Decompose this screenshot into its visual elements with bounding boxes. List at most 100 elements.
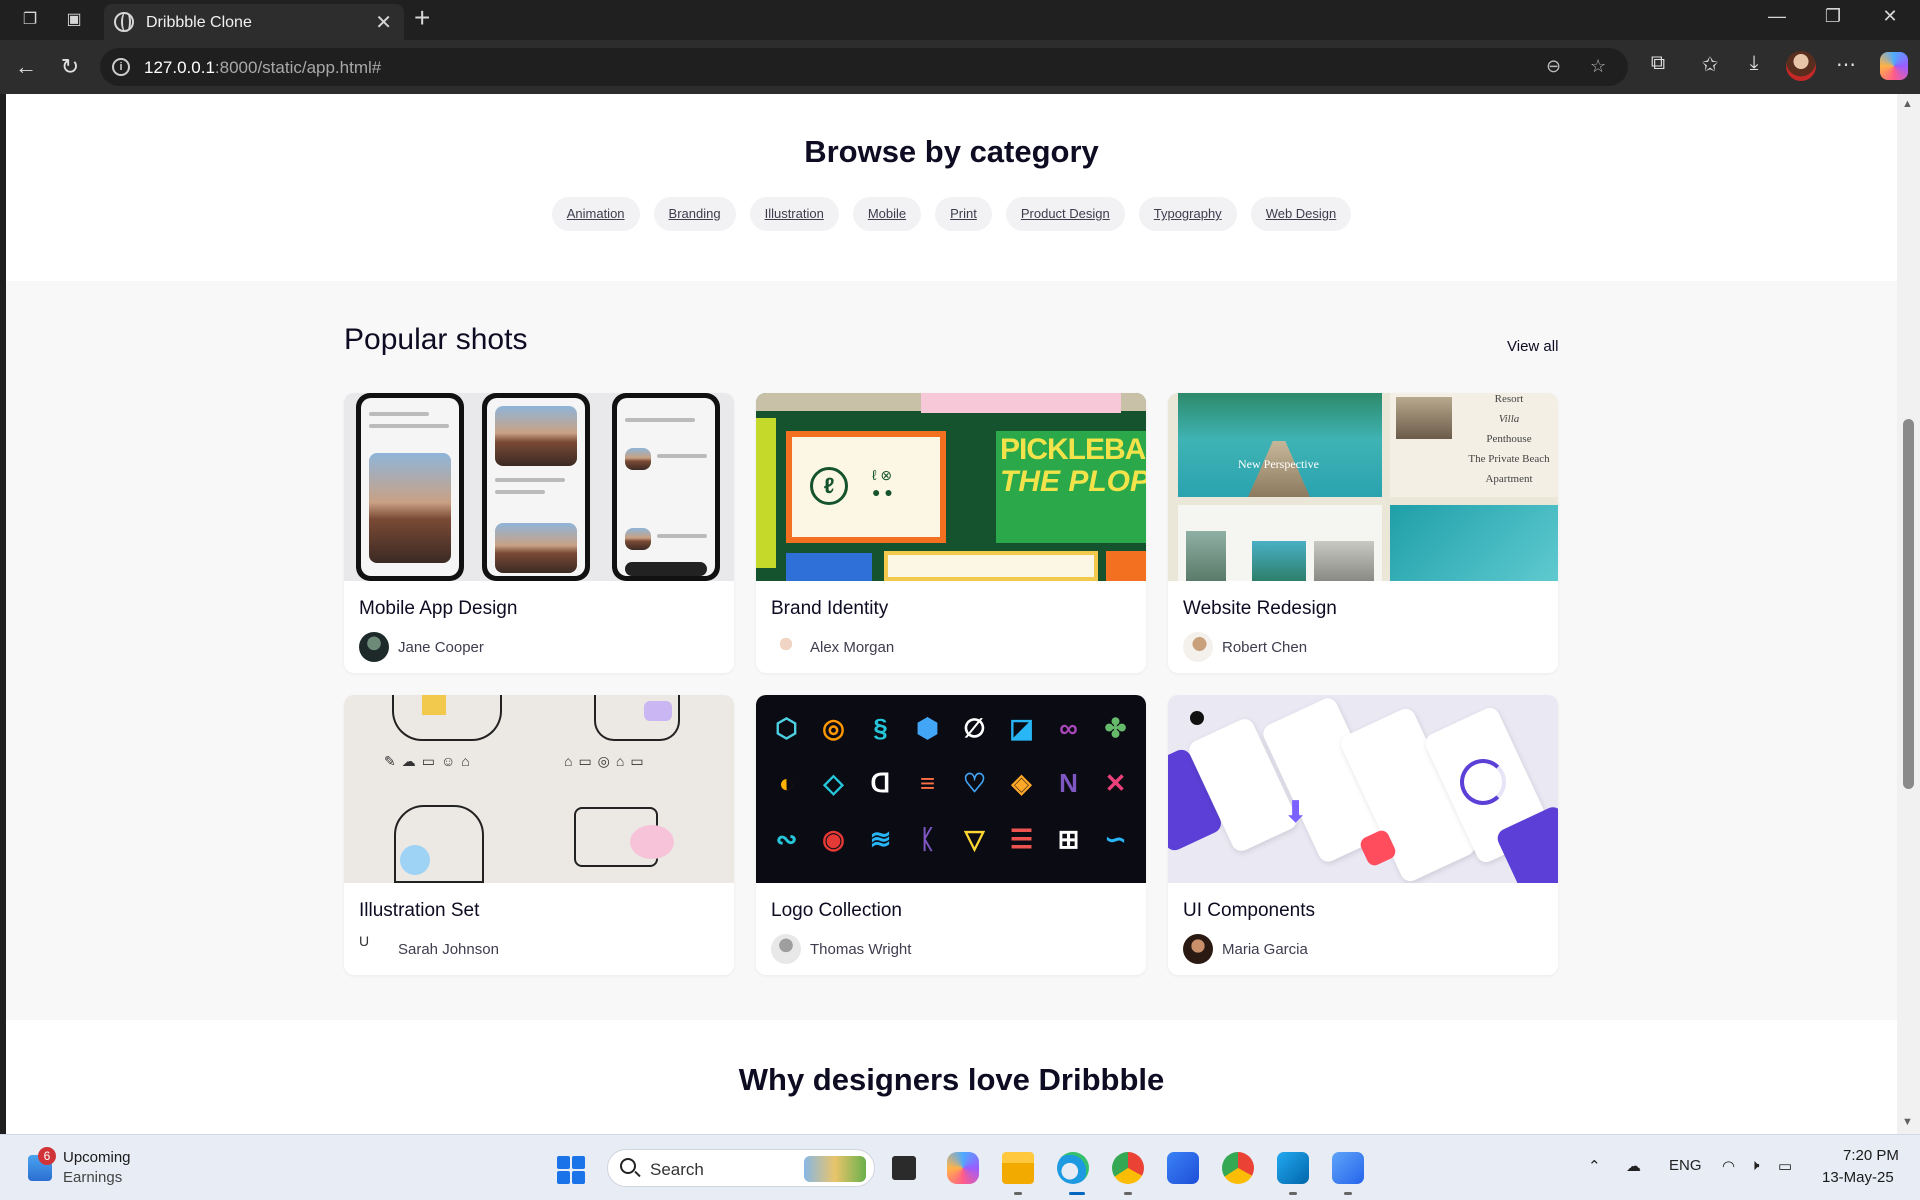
new-tab-icon[interactable]: + [414,2,430,34]
copilot-app-icon[interactable] [947,1152,979,1184]
back-icon[interactable]: ← [12,54,40,80]
show-hidden-icons-icon[interactable]: ⌃ [1588,1157,1601,1175]
shot-title[interactable]: Brand Identity [771,598,1146,620]
shot-title[interactable]: Website Redesign [1183,598,1558,620]
tab-actions-icon[interactable]: ▣ [62,8,86,32]
refresh-icon[interactable]: ↻ [56,54,84,80]
why-designers-section: Why designers love Dribbble [6,1020,1897,1134]
volume-muted-icon[interactable]: 🕨 [1750,1157,1759,1174]
search-highlight-image [804,1156,866,1182]
onedrive-icon[interactable]: ☁ [1626,1157,1641,1175]
clock-time[interactable]: 7:20 PM [1843,1147,1899,1164]
icon-row: ✎☁▭☺⌂ [384,753,476,769]
author-name[interactable]: Sarah Johnson [398,941,499,958]
category-chip-web-design[interactable]: Web Design [1250,197,1352,231]
shot-card[interactable]: Mobile App Design Jane Cooper [344,393,734,673]
minimize-icon[interactable]: — [1762,6,1792,27]
author-name[interactable]: Alex Morgan [810,639,894,656]
site-section-preview [1178,505,1382,581]
plop-text: THE PLOP [1000,465,1146,498]
chrome-icon[interactable] [1222,1152,1254,1184]
vscode-icon[interactable] [1277,1152,1309,1184]
shot-title[interactable]: Mobile App Design [359,598,734,620]
logo-glyph: N [1059,768,1078,799]
pink-panel [921,393,1121,413]
shot-thumbnail-logo-collection[interactable]: ⬡ ◎ § ⬢ ∅ ◪ ∞ ✤ ◐ ◇ ᗡ ≡ ♡ ◈ N ✕ ∾ ◉ ≋ ᛕ … [756,695,1146,883]
shot-thumbnail-ui-components[interactable]: ⬇ [1168,695,1558,883]
shot-author: Thomas Wright [771,934,1146,964]
scrollbar-thumb[interactable] [1903,419,1914,789]
photos-icon[interactable] [1332,1152,1364,1184]
copilot-icon[interactable] [1880,52,1908,80]
shot-card[interactable]: New Perspective Resort Villa Penthouse T… [1168,393,1558,673]
site-info-icon[interactable]: i [112,58,130,76]
browser-tab[interactable]: Dribbble Clone ✕ [104,4,404,40]
language-indicator[interactable]: ENG [1669,1157,1702,1174]
taskbar-search[interactable]: Search [607,1149,875,1187]
category-chip-print[interactable]: Print [935,197,992,231]
battery-icon[interactable]: ▭ [1778,1157,1792,1175]
shot-card[interactable]: ⬡ ◎ § ⬢ ∅ ◪ ∞ ✤ ◐ ◇ ᗡ ≡ ♡ ◈ N ✕ ∾ ◉ ≋ ᛕ … [756,695,1146,975]
category-chip-illustration[interactable]: Illustration [749,197,839,231]
more-menu-icon[interactable]: ⋯ [1832,52,1860,77]
author-avatar [771,934,801,964]
resort-menu: Resort Villa Penthouse The Private Beach… [1390,393,1558,497]
shot-thumbnail-website-redesign[interactable]: New Perspective Resort Villa Penthouse T… [1168,393,1558,581]
downloads-icon[interactable]: ⤓ [1740,52,1768,75]
shot-thumbnail-mobile-app[interactable] [344,393,734,581]
shot-thumbnail-illustration-set[interactable]: ✎☁▭☺⌂ ⌂▭◎⌂▭ [344,695,734,883]
task-view-icon[interactable] [892,1156,916,1180]
notification-badge: 6 [38,1147,56,1165]
globe-icon [114,12,134,32]
workspaces-icon[interactable]: ❐ [18,8,42,32]
edge-browser-icon[interactable] [1057,1152,1089,1184]
category-chip-branding[interactable]: Branding [653,197,736,231]
category-chip-typography[interactable]: Typography [1138,197,1237,231]
scroll-down-icon[interactable]: ▼ [1902,1116,1913,1128]
shot-title[interactable]: Logo Collection [771,900,1146,922]
favorites-icon[interactable]: ✩ [1696,52,1724,77]
profile-avatar[interactable] [1786,51,1816,81]
extensions-icon[interactable]: ⧉ [1644,52,1672,75]
view-all-link[interactable]: View all [1507,338,1558,355]
shot-author: Robert Chen [1183,632,1558,662]
avatar-alt-text: U [359,933,370,949]
scroll-up-icon[interactable]: ▲ [1902,98,1913,110]
shot-card[interactable]: ⬇ UI Components Maria Garcia [1168,695,1558,975]
store-icon[interactable] [1167,1152,1199,1184]
logo-glyph: ∅ [963,713,986,743]
browser-titlebar: ❐ ▣ Dribbble Clone ✕ + — ❐ ✕ [0,0,1920,40]
author-name[interactable]: Robert Chen [1222,639,1307,656]
url-bar[interactable]: i 127.0.0.1:8000/static/app.html# ⊖ ☆ [100,48,1628,86]
shot-title[interactable]: Illustration Set [359,900,734,922]
logo-glyph: ◎ [822,713,845,743]
shot-title[interactable]: UI Components [1183,900,1558,922]
category-chip-animation[interactable]: Animation [551,197,640,231]
shot-card[interactable]: ℓ ℓ ⊗● ● PICKLEBALL THE PLOP Brand Ident… [756,393,1146,673]
shot-card[interactable]: ✎☁▭☺⌂ ⌂▭◎⌂▭ Illustration Set U Sarah Joh… [344,695,734,975]
logo-glyph: ᛕ [919,823,936,854]
phone-mockup [612,393,720,581]
restore-icon[interactable]: ❐ [1818,6,1848,27]
close-tab-icon[interactable]: ✕ [375,10,392,35]
tab-title: Dribbble Clone [146,14,252,31]
close-window-icon[interactable]: ✕ [1875,6,1905,27]
category-chip-product-design[interactable]: Product Design [1005,197,1125,231]
logo-glyph: ✤ [1104,713,1127,743]
zoom-icon[interactable]: ⊖ [1546,56,1561,77]
author-name[interactable]: Jane Cooper [398,639,484,656]
widget-title: Upcoming [63,1149,131,1166]
page-scrollbar[interactable]: ▲ ▼ [1897,94,1920,1134]
chrome-profile-icon[interactable] [1112,1152,1144,1184]
author-name[interactable]: Maria Garcia [1222,941,1308,958]
clock-date[interactable]: 13-May-25 [1822,1169,1894,1186]
category-chip-mobile[interactable]: Mobile [852,197,922,231]
wifi-icon[interactable]: ◠ [1722,1157,1735,1175]
start-icon[interactable] [557,1156,585,1184]
favorite-star-icon[interactable]: ☆ [1590,56,1606,77]
file-explorer-icon[interactable] [1002,1152,1034,1184]
url-text[interactable]: 127.0.0.1:8000/static/app.html# [144,58,381,78]
shot-thumbnail-brand-identity[interactable]: ℓ ℓ ⊗● ● PICKLEBALL THE PLOP [756,393,1146,581]
author-name[interactable]: Thomas Wright [810,941,911,958]
lime-strip [756,418,776,568]
